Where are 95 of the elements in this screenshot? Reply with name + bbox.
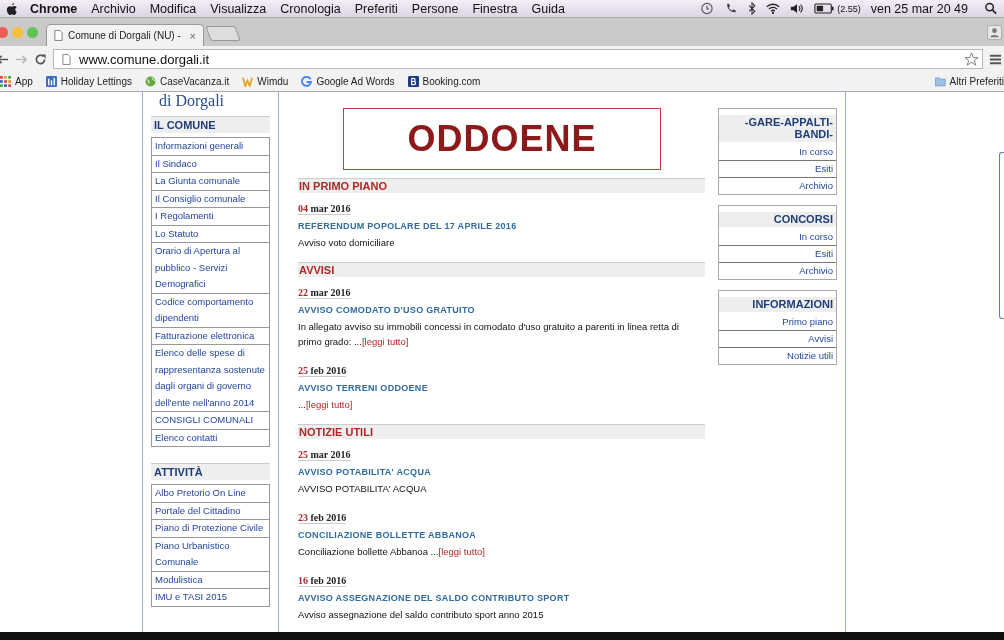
menu-item[interactable]: Preferiti	[354, 1, 398, 16]
menu-item[interactable]: Persone	[411, 1, 459, 16]
news-date: 16 feb 2016	[298, 575, 347, 587]
bookmark-link[interactable]: App	[0, 76, 33, 87]
read-more-link[interactable]: [leggi tutto]	[305, 399, 353, 410]
menu-item[interactable]: Archivio	[91, 1, 136, 16]
app-menu[interactable]: Chrome	[30, 1, 78, 16]
tab-title: Comune di Dorgali (NU) -	[68, 30, 182, 41]
sidebar-link[interactable]: Codice comportamento dipendenti	[151, 293, 270, 328]
box-heading: CONCORSI	[719, 212, 836, 227]
g-logo-icon	[301, 76, 313, 87]
wifi-icon[interactable]	[766, 2, 781, 15]
clock-text[interactable]: ven 25 mar 20 49	[870, 1, 968, 16]
bookmark-link[interactable]: Wimdu	[242, 76, 289, 87]
battery-reading: (2.55)	[837, 3, 861, 14]
box-heading: -GARE-APPALTI-BANDI-	[719, 115, 836, 142]
clock-icon[interactable]	[700, 2, 715, 15]
site-logo-text[interactable]: di Dorgali	[151, 92, 270, 110]
menu-item[interactable]: Finestra	[472, 1, 518, 16]
bluetooth-icon[interactable]	[748, 2, 757, 15]
bookmark-link[interactable]: Booking.com	[407, 76, 481, 87]
news-date: 22 mar 2016	[298, 287, 351, 299]
news-title-link[interactable]: AVVISO ASSEGNAZIONE DEL SALDO CONTRIBUTO SPORT	[298, 593, 705, 603]
volume-icon[interactable]	[790, 2, 805, 15]
search-icon[interactable]	[984, 2, 998, 15]
banner: ODDOENE	[343, 108, 661, 170]
sidebar-link[interactable]: CONSIGLI COMUNALI	[151, 412, 270, 430]
menu-item[interactable]: Cronologia	[280, 1, 341, 16]
sidebar-link[interactable]: I Regolamenti	[151, 208, 270, 226]
section-heading: NOTIZIE UTILI	[298, 424, 705, 439]
sidebar-link[interactable]: IMU e TASI 2015	[151, 589, 270, 607]
globe-icon	[144, 76, 156, 87]
box-link[interactable]: In corso	[719, 144, 836, 160]
box-link[interactable]: Primo piano	[719, 314, 836, 330]
news-title-link[interactable]: AVVISO POTABILITA' ACQUA	[298, 467, 705, 477]
address-field[interactable]: www.comune.dorgali.it	[53, 49, 983, 69]
bookmark-link[interactable]: CaseVacanza.it	[144, 76, 230, 87]
menu-item[interactable]: Visualizza	[210, 1, 267, 16]
sidebar-link[interactable]: Orario di Apertura al pubblico - Servizi Demografici	[151, 243, 270, 294]
menu-heading: IL COMUNE	[151, 116, 270, 133]
section-heading: IN PRIMO PIANO	[298, 178, 705, 193]
news-excerpt: In allegato avviso su immobili concessi in comodato d'uso gratuito a parenti in linea retta di primo grado: ...[leggi tutto]	[298, 320, 680, 349]
scrollbar-thumb[interactable]	[999, 152, 1004, 319]
bookmark-link[interactable]: Google Ad Words	[301, 76, 395, 87]
sidebar-link[interactable]: La Giunta comunale	[151, 173, 270, 191]
news-excerpt: Conciliazione bollette Abbanoa ...[leggi tutto]	[298, 545, 486, 559]
apple-icon[interactable]	[6, 1, 18, 16]
chart-logo-icon	[45, 76, 57, 87]
browser-tab[interactable]: Comune di Dorgali (NU) - ×	[46, 24, 204, 46]
bookmark-folder[interactable]: Altri Preferiti	[934, 76, 1004, 87]
news-date: 04 mar 2016	[298, 203, 351, 215]
news-title-link[interactable]: REFERENDUM POPOLARE DEL 17 APRILE 2016	[298, 221, 705, 231]
menu-icon[interactable]	[989, 52, 1002, 66]
star-icon[interactable]	[964, 51, 979, 67]
box-link[interactable]: Archivio	[719, 177, 836, 194]
box-link[interactable]: In corso	[719, 229, 836, 245]
menu-item[interactable]: Guida	[531, 1, 565, 16]
news-title-link[interactable]: CONCILIAZIONE BOLLETTE ABBANOA	[298, 530, 705, 540]
news-date: 25 mar 2016	[298, 449, 351, 461]
box-link[interactable]: Esiti	[719, 245, 836, 262]
b-logo-icon	[407, 76, 419, 87]
menu-heading: ATTIVITÀ	[151, 463, 270, 480]
read-more-link[interactable]: [leggi tutto]	[361, 336, 409, 347]
news-excerpt: AVVISO POTABILITA' ACQUA	[298, 482, 428, 496]
sidebar-link[interactable]: Piano Urbanistico Comunale	[151, 537, 270, 572]
section-heading: AVVISI	[298, 262, 705, 277]
news-excerpt: Avviso assegnazione del saldo contributo sport anno 2015	[298, 608, 545, 622]
sidebar-link[interactable]: Informazioni generali	[151, 137, 270, 156]
sidebar-link[interactable]: Albo Pretorio On Line	[151, 484, 270, 503]
box-link[interactable]: Archivio	[719, 262, 836, 279]
box-link[interactable]: Notizie utili	[719, 347, 836, 364]
news-date: 23 feb 2016	[298, 512, 347, 524]
page-icon	[54, 30, 63, 41]
news-excerpt: ...[leggi tutto]	[298, 398, 354, 412]
folder-icon	[934, 76, 946, 87]
box-link[interactable]: Avvisi	[719, 330, 836, 347]
bookmark-link[interactable]: Holiday Lettings	[45, 76, 132, 87]
box-link[interactable]: Esiti	[719, 160, 836, 177]
news-title-link[interactable]: AVVISO COMODATO D'USO GRATUITO	[298, 305, 705, 315]
sidebar-link[interactable]: Piano di Protezione Civile	[151, 520, 270, 538]
menu-item[interactable]: Modifica	[149, 1, 197, 16]
w-logo-icon	[242, 76, 254, 87]
apps-grid-icon	[0, 76, 11, 87]
battery-icon[interactable]	[814, 2, 835, 15]
box-heading: INFORMAZIONI	[719, 297, 836, 312]
user-icon[interactable]	[987, 25, 1002, 40]
news-excerpt: Avviso voto domiciliare	[298, 236, 396, 250]
news-date: 25 feb 2016	[298, 365, 347, 377]
sidebar-link[interactable]: Elenco delle spese di rappresentanza sostenute dagli organi di governo dell'ente nell'anno 2014	[151, 345, 270, 412]
tab-close-button[interactable]: ×	[189, 29, 196, 42]
phone-icon[interactable]	[724, 2, 739, 15]
reload-icon[interactable]	[34, 52, 47, 66]
news-title-link[interactable]: AVVISO TERRENI ODDOENE	[298, 383, 705, 393]
read-more-link[interactable]: [leggi tutto]	[438, 546, 485, 557]
page-icon	[62, 53, 71, 65]
